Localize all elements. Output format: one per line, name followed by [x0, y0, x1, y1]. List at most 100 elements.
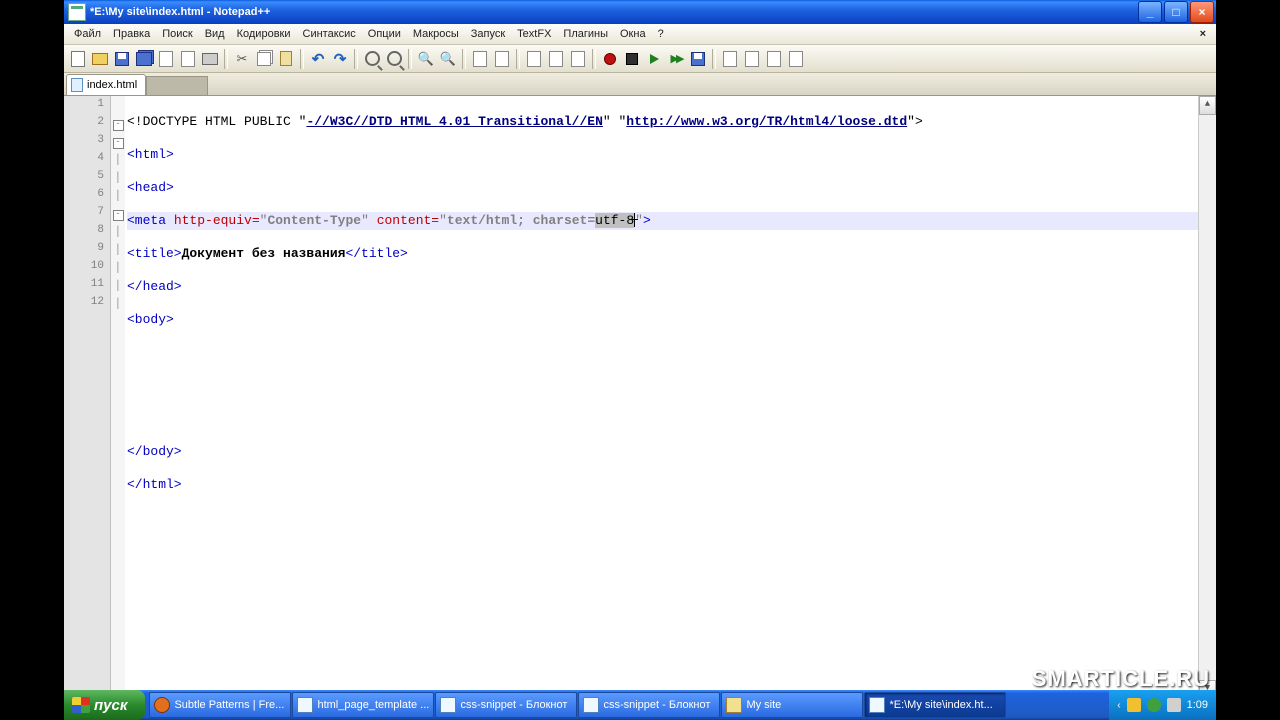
minimize-button[interactable]: _ [1138, 1, 1162, 23]
menu-textfx[interactable]: TextFX [511, 26, 557, 42]
play-button[interactable] [644, 49, 664, 69]
window-title: *E:\My site\index.html - Notepad++ [90, 6, 1138, 18]
tb-extra2[interactable] [742, 49, 762, 69]
closeall-button[interactable] [178, 49, 198, 69]
task-notepadpp[interactable]: *E:\My site\index.ht... [864, 692, 1006, 718]
save-all-icon [136, 52, 152, 66]
tb-extra3[interactable] [764, 49, 784, 69]
sync-icon [473, 51, 487, 67]
redo-button[interactable]: ↷ [330, 49, 350, 69]
system-tray[interactable]: ‹ 1:09 [1109, 690, 1216, 720]
close-button[interactable]: × [1190, 1, 1214, 23]
open-button[interactable] [90, 49, 110, 69]
saveall-button[interactable] [134, 49, 154, 69]
close-file-icon [159, 51, 173, 67]
stop-button[interactable] [622, 49, 642, 69]
zoomin-button[interactable]: 🔍 [416, 49, 436, 69]
save-button[interactable] [112, 49, 132, 69]
doc-icon [789, 51, 803, 67]
task-notepad-css2[interactable]: css-snippet - Блокнот [578, 692, 720, 718]
tray-volume-icon[interactable] [1167, 698, 1181, 712]
close-all-icon [181, 51, 195, 67]
doc-icon [723, 51, 737, 67]
tb-extra4[interactable] [786, 49, 806, 69]
separator [516, 49, 520, 69]
task-folder-mysite[interactable]: My site [721, 692, 863, 718]
sync-icon [495, 51, 509, 67]
task-firefox[interactable]: Subtle Patterns | Fre... [149, 692, 291, 718]
tab-area-empty [146, 76, 208, 95]
task-notepad-template[interactable]: html_page_template ... [292, 692, 434, 718]
zoomout-button[interactable]: 🔍 [438, 49, 458, 69]
separator [592, 49, 596, 69]
rec-button[interactable] [600, 49, 620, 69]
redo-icon: ↷ [334, 50, 347, 68]
maximize-button[interactable]: □ [1164, 1, 1188, 23]
zoom-out-icon: 🔍 [440, 51, 456, 67]
notepad-icon [583, 697, 599, 713]
playmulti-button[interactable]: ▶▶ [666, 49, 686, 69]
record-icon [604, 53, 616, 65]
wrap-button[interactable] [524, 49, 544, 69]
sync-v-button[interactable] [470, 49, 490, 69]
print-icon [202, 53, 218, 65]
separator [462, 49, 466, 69]
fast-forward-icon: ▶▶ [671, 52, 682, 65]
zoom-in-icon: 🔍 [418, 51, 434, 67]
task-notepad-css1[interactable]: css-snippet - Блокнот [435, 692, 577, 718]
sync-h-button[interactable] [492, 49, 512, 69]
paste-button[interactable] [276, 49, 296, 69]
code-editor[interactable]: 123456789101112 - - │ │ │ - │ │ │ │ │ <!… [64, 96, 1216, 699]
application-window: *E:\My site\index.html - Notepad++ _ □ ×… [64, 0, 1216, 720]
print-button[interactable] [200, 49, 220, 69]
tray-icon[interactable] [1147, 698, 1161, 712]
menu-options[interactable]: Опции [362, 26, 407, 42]
tray-chevron-icon[interactable]: ‹ [1117, 700, 1120, 711]
code-area[interactable]: <!DOCTYPE HTML PUBLIC "-//W3C//DTD HTML … [125, 96, 1216, 699]
tab-index-html[interactable]: index.html [66, 74, 146, 95]
menu-plugins[interactable]: Плагины [557, 26, 614, 42]
new-button[interactable] [68, 49, 88, 69]
save-icon [115, 52, 129, 66]
menu-macros[interactable]: Макросы [407, 26, 465, 42]
close-file-button[interactable] [156, 49, 176, 69]
vertical-scrollbar[interactable]: ▲ ▼ [1198, 96, 1216, 699]
tab-label: index.html [87, 79, 137, 91]
titlebar[interactable]: *E:\My site\index.html - Notepad++ _ □ × [64, 0, 1216, 24]
cut-button[interactable]: ✂ [232, 49, 252, 69]
firefox-icon [154, 697, 170, 713]
taskbar: пуск Subtle Patterns | Fre... html_page_… [64, 690, 1216, 720]
tb-extra1[interactable] [720, 49, 740, 69]
separator [224, 49, 228, 69]
menu-search[interactable]: Поиск [156, 26, 198, 42]
savemacro-button[interactable] [688, 49, 708, 69]
tray-icon[interactable] [1127, 698, 1141, 712]
menu-edit[interactable]: Правка [107, 26, 156, 42]
allchars-button[interactable] [546, 49, 566, 69]
menu-syntax[interactable]: Синтаксис [297, 26, 362, 42]
tray-clock[interactable]: 1:09 [1187, 699, 1208, 711]
start-button[interactable]: пуск [64, 690, 145, 720]
doc-icon [767, 51, 781, 67]
text-cursor [634, 213, 635, 227]
scroll-up-icon[interactable]: ▲ [1199, 96, 1216, 115]
toolbar: ✂ ↶ ↷ 🔍 🔍 ▶▶ [64, 45, 1216, 73]
indent-button[interactable] [568, 49, 588, 69]
menu-file[interactable]: Файл [68, 26, 107, 42]
separator [408, 49, 412, 69]
modified-indicator-icon [71, 78, 83, 92]
menu-run[interactable]: Запуск [465, 26, 511, 42]
find-button[interactable] [362, 49, 382, 69]
undo-button[interactable]: ↶ [308, 49, 328, 69]
menu-view[interactable]: Вид [199, 26, 231, 42]
replace-button[interactable] [384, 49, 404, 69]
copy-icon [257, 52, 271, 66]
menubar: Файл Правка Поиск Вид Кодировки Синтакси… [64, 24, 1216, 45]
copy-button[interactable] [254, 49, 274, 69]
play-icon [650, 54, 659, 64]
menu-windows[interactable]: Окна [614, 26, 652, 42]
menu-encoding[interactable]: Кодировки [231, 26, 297, 42]
fold-column[interactable]: - - │ │ │ - │ │ │ │ │ [111, 96, 125, 699]
menu-help[interactable]: ? [652, 26, 670, 42]
mdi-close-icon[interactable]: × [1194, 26, 1212, 42]
